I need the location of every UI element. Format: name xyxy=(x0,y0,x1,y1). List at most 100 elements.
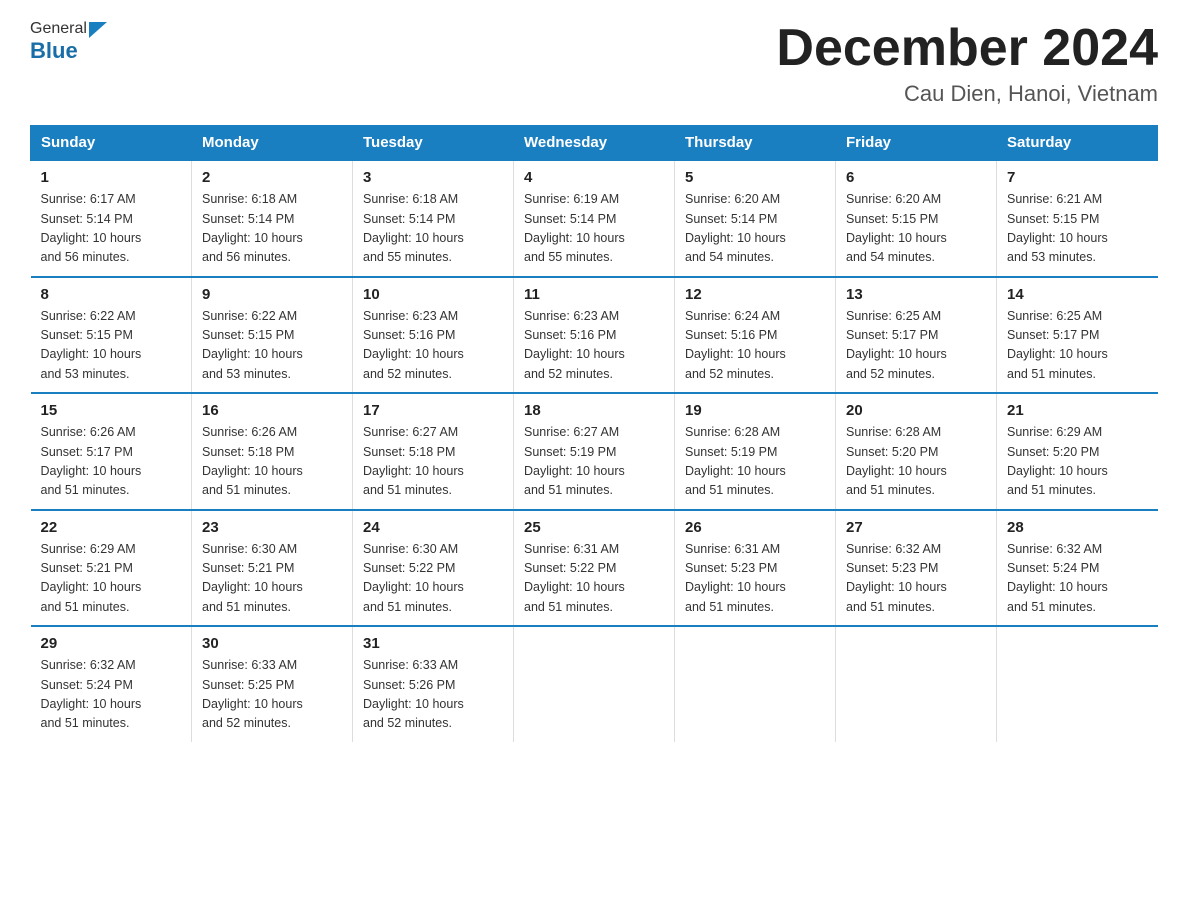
calendar-week-row: 15 Sunrise: 6:26 AMSunset: 5:17 PMDayligh… xyxy=(31,393,1158,510)
page-header: General Blue December 2024 Cau Dien, Han… xyxy=(30,20,1158,107)
calendar-week-row: 29 Sunrise: 6:32 AMSunset: 5:24 PMDayligh… xyxy=(31,626,1158,742)
day-number: 10 xyxy=(363,286,503,303)
day-info: Sunrise: 6:28 AMSunset: 5:20 PMDaylight:… xyxy=(846,423,986,501)
day-info: Sunrise: 6:31 AMSunset: 5:23 PMDaylight:… xyxy=(685,540,825,618)
day-info: Sunrise: 6:20 AMSunset: 5:14 PMDaylight:… xyxy=(685,190,825,268)
day-info: Sunrise: 6:18 AMSunset: 5:14 PMDaylight:… xyxy=(202,190,342,268)
month-year-title: December 2024 xyxy=(776,20,1158,77)
logo-arrow-icon xyxy=(89,22,107,38)
calendar-cell: 1 Sunrise: 6:17 AMSunset: 5:14 PMDaylight… xyxy=(31,160,192,277)
logo-blue-text: Blue xyxy=(30,38,78,63)
calendar-cell: 26 Sunrise: 6:31 AMSunset: 5:23 PMDayligh… xyxy=(675,510,836,627)
day-number: 26 xyxy=(685,519,825,536)
day-info: Sunrise: 6:25 AMSunset: 5:17 PMDaylight:… xyxy=(1007,307,1148,385)
header-friday: Friday xyxy=(836,126,997,161)
calendar-cell xyxy=(997,626,1158,742)
day-number: 23 xyxy=(202,519,342,536)
day-info: Sunrise: 6:17 AMSunset: 5:14 PMDaylight:… xyxy=(41,190,182,268)
header-saturday: Saturday xyxy=(997,126,1158,161)
day-number: 12 xyxy=(685,286,825,303)
calendar-cell: 17 Sunrise: 6:27 AMSunset: 5:18 PMDayligh… xyxy=(353,393,514,510)
day-number: 15 xyxy=(41,402,182,419)
logo-general-text: General xyxy=(30,20,87,38)
calendar-cell: 30 Sunrise: 6:33 AMSunset: 5:25 PMDayligh… xyxy=(192,626,353,742)
calendar-cell: 29 Sunrise: 6:32 AMSunset: 5:24 PMDayligh… xyxy=(31,626,192,742)
calendar-cell xyxy=(836,626,997,742)
day-info: Sunrise: 6:26 AMSunset: 5:17 PMDaylight:… xyxy=(41,423,182,501)
calendar-cell: 5 Sunrise: 6:20 AMSunset: 5:14 PMDaylight… xyxy=(675,160,836,277)
day-number: 24 xyxy=(363,519,503,536)
day-info: Sunrise: 6:32 AMSunset: 5:24 PMDaylight:… xyxy=(1007,540,1148,618)
day-info: Sunrise: 6:24 AMSunset: 5:16 PMDaylight:… xyxy=(685,307,825,385)
day-number: 28 xyxy=(1007,519,1148,536)
calendar-cell: 23Sunrise: 6:30 AMSunset: 5:21 PMDayligh… xyxy=(192,510,353,627)
day-info: Sunrise: 6:33 AMSunset: 5:26 PMDaylight:… xyxy=(363,656,503,734)
calendar-cell: 3 Sunrise: 6:18 AMSunset: 5:14 PMDaylight… xyxy=(353,160,514,277)
calendar-cell: 14 Sunrise: 6:25 AMSunset: 5:17 PMDayligh… xyxy=(997,277,1158,394)
day-number: 21 xyxy=(1007,402,1148,419)
day-number: 17 xyxy=(363,402,503,419)
day-number: 5 xyxy=(685,169,825,186)
calendar-cell: 24 Sunrise: 6:30 AMSunset: 5:22 PMDayligh… xyxy=(353,510,514,627)
calendar-cell xyxy=(514,626,675,742)
calendar-cell: 28 Sunrise: 6:32 AMSunset: 5:24 PMDayligh… xyxy=(997,510,1158,627)
calendar-cell: 22 Sunrise: 6:29 AMSunset: 5:21 PMDayligh… xyxy=(31,510,192,627)
day-number: 6 xyxy=(846,169,986,186)
day-number: 29 xyxy=(41,635,182,652)
day-info: Sunrise: 6:27 AMSunset: 5:18 PMDaylight:… xyxy=(363,423,503,501)
calendar-cell xyxy=(675,626,836,742)
calendar-cell: 20 Sunrise: 6:28 AMSunset: 5:20 PMDayligh… xyxy=(836,393,997,510)
day-info: Sunrise: 6:29 AMSunset: 5:21 PMDaylight:… xyxy=(41,540,182,618)
day-number: 22 xyxy=(41,519,182,536)
day-number: 13 xyxy=(846,286,986,303)
day-info: Sunrise: 6:21 AMSunset: 5:15 PMDaylight:… xyxy=(1007,190,1148,268)
day-number: 14 xyxy=(1007,286,1148,303)
day-info: Sunrise: 6:23 AMSunset: 5:16 PMDaylight:… xyxy=(524,307,664,385)
calendar-week-row: 8 Sunrise: 6:22 AMSunset: 5:15 PMDaylight… xyxy=(31,277,1158,394)
day-info: Sunrise: 6:19 AMSunset: 5:14 PMDaylight:… xyxy=(524,190,664,268)
day-info: Sunrise: 6:18 AMSunset: 5:14 PMDaylight:… xyxy=(363,190,503,268)
day-number: 30 xyxy=(202,635,342,652)
calendar-cell: 19 Sunrise: 6:28 AMSunset: 5:19 PMDayligh… xyxy=(675,393,836,510)
day-number: 8 xyxy=(41,286,182,303)
day-number: 11 xyxy=(524,286,664,303)
day-number: 3 xyxy=(363,169,503,186)
day-info: Sunrise: 6:22 AMSunset: 5:15 PMDaylight:… xyxy=(41,307,182,385)
day-number: 2 xyxy=(202,169,342,186)
calendar-cell: 15 Sunrise: 6:26 AMSunset: 5:17 PMDayligh… xyxy=(31,393,192,510)
day-info: Sunrise: 6:31 AMSunset: 5:22 PMDaylight:… xyxy=(524,540,664,618)
title-area: December 2024 Cau Dien, Hanoi, Vietnam xyxy=(776,20,1158,107)
day-number: 4 xyxy=(524,169,664,186)
day-info: Sunrise: 6:33 AMSunset: 5:25 PMDaylight:… xyxy=(202,656,342,734)
day-number: 18 xyxy=(524,402,664,419)
day-info: Sunrise: 6:30 AMSunset: 5:22 PMDaylight:… xyxy=(363,540,503,618)
calendar-header-row: SundayMondayTuesdayWednesdayThursdayFrid… xyxy=(31,126,1158,161)
header-thursday: Thursday xyxy=(675,126,836,161)
day-info: Sunrise: 6:23 AMSunset: 5:16 PMDaylight:… xyxy=(363,307,503,385)
calendar-cell: 27Sunrise: 6:32 AMSunset: 5:23 PMDayligh… xyxy=(836,510,997,627)
calendar-cell: 16Sunrise: 6:26 AMSunset: 5:18 PMDayligh… xyxy=(192,393,353,510)
day-info: Sunrise: 6:28 AMSunset: 5:19 PMDaylight:… xyxy=(685,423,825,501)
calendar-cell: 4 Sunrise: 6:19 AMSunset: 5:14 PMDaylight… xyxy=(514,160,675,277)
day-info: Sunrise: 6:25 AMSunset: 5:17 PMDaylight:… xyxy=(846,307,986,385)
day-number: 1 xyxy=(41,169,182,186)
day-info: Sunrise: 6:32 AMSunset: 5:24 PMDaylight:… xyxy=(41,656,182,734)
calendar-cell: 6 Sunrise: 6:20 AMSunset: 5:15 PMDaylight… xyxy=(836,160,997,277)
location-subtitle: Cau Dien, Hanoi, Vietnam xyxy=(776,81,1158,107)
day-info: Sunrise: 6:20 AMSunset: 5:15 PMDaylight:… xyxy=(846,190,986,268)
calendar-cell: 13 Sunrise: 6:25 AMSunset: 5:17 PMDayligh… xyxy=(836,277,997,394)
header-tuesday: Tuesday xyxy=(353,126,514,161)
calendar-cell: 25 Sunrise: 6:31 AMSunset: 5:22 PMDayligh… xyxy=(514,510,675,627)
day-number: 31 xyxy=(363,635,503,652)
calendar-cell: 7Sunrise: 6:21 AMSunset: 5:15 PMDaylight… xyxy=(997,160,1158,277)
calendar-cell: 2 Sunrise: 6:18 AMSunset: 5:14 PMDaylight… xyxy=(192,160,353,277)
day-number: 19 xyxy=(685,402,825,419)
day-info: Sunrise: 6:32 AMSunset: 5:23 PMDaylight:… xyxy=(846,540,986,618)
day-number: 16 xyxy=(202,402,342,419)
day-number: 25 xyxy=(524,519,664,536)
logo: General Blue xyxy=(30,20,107,64)
calendar-cell: 11 Sunrise: 6:23 AMSunset: 5:16 PMDayligh… xyxy=(514,277,675,394)
day-info: Sunrise: 6:29 AMSunset: 5:20 PMDaylight:… xyxy=(1007,423,1148,501)
day-number: 20 xyxy=(846,402,986,419)
day-info: Sunrise: 6:27 AMSunset: 5:19 PMDaylight:… xyxy=(524,423,664,501)
